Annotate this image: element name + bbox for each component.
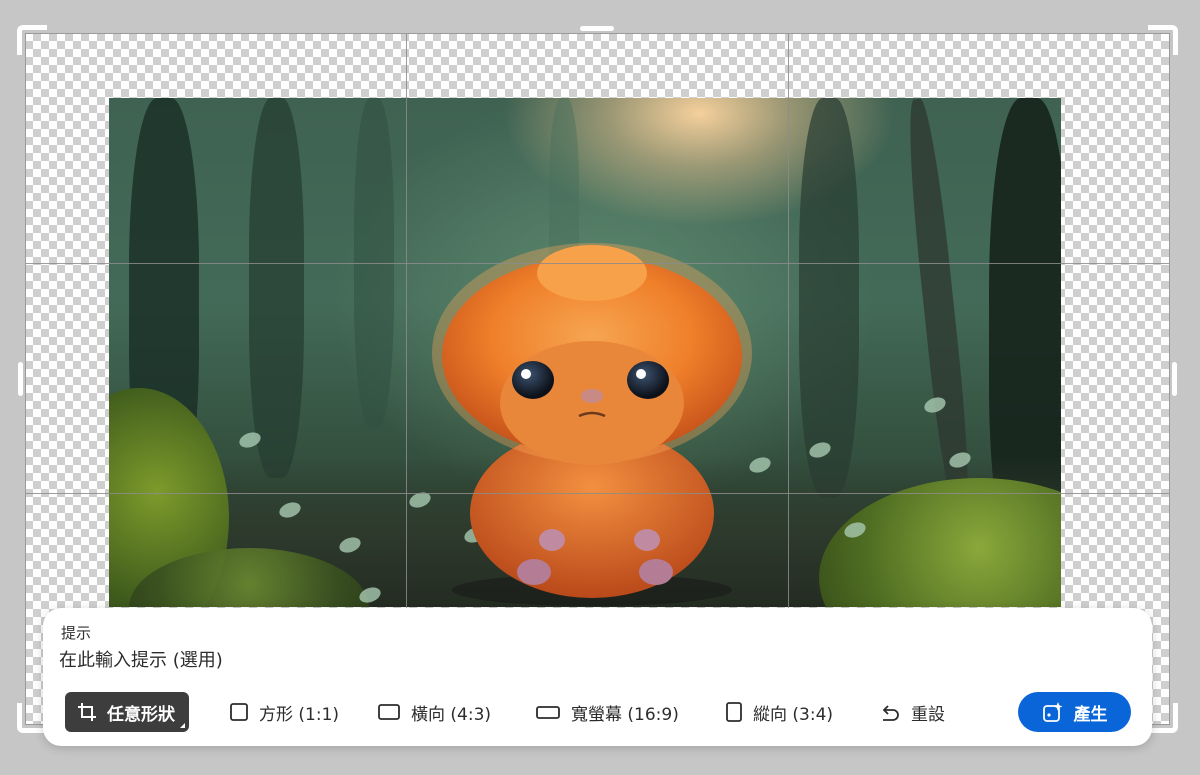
landscape-button[interactable]: 橫向 (4:3) [369, 692, 499, 732]
crop-handle-top-left[interactable] [17, 25, 47, 55]
prompt-panel: 提示 任意形狀 方形 (1:1) 橫向 (4:3) [43, 608, 1152, 746]
generate-label: 產生 [1073, 704, 1108, 725]
square-icon [230, 703, 248, 721]
landscape-label: 橫向 (4:3) [411, 704, 492, 725]
square-label: 方形 (1:1) [259, 704, 340, 725]
aspect-ratio-toolbar: 任意形狀 方形 (1:1) 橫向 (4:3) 寬螢幕 (16:9) 縱向 (3:… [65, 692, 1131, 732]
crop-handle-left[interactable] [18, 362, 23, 396]
widescreen-icon [536, 706, 560, 719]
crop-grid-line [25, 263, 1170, 264]
prompt-label: 提示 [61, 624, 92, 642]
sparkle-generate-icon [1042, 702, 1062, 722]
crop-handle-top-right[interactable] [1148, 25, 1178, 55]
crop-handle-right[interactable] [1172, 362, 1177, 396]
crop-handle-top[interactable] [580, 26, 614, 31]
freeform-label: 任意形狀 [107, 704, 175, 725]
crop-icon [78, 703, 96, 721]
freeform-button[interactable]: 任意形狀 [65, 692, 189, 732]
square-button[interactable]: 方形 (1:1) [221, 692, 347, 732]
orange-creature [432, 243, 752, 606]
undo-icon [882, 705, 899, 721]
generate-button[interactable]: 產生 [1018, 692, 1131, 732]
widescreen-button[interactable]: 寬螢幕 (16:9) [527, 692, 687, 732]
dropdown-corner-icon [180, 723, 185, 728]
portrait-icon [726, 702, 742, 722]
reset-label: 重設 [911, 704, 945, 725]
prompt-input[interactable] [59, 646, 1119, 674]
crop-grid-line [25, 493, 1170, 494]
landscape-icon [378, 704, 400, 720]
reset-button[interactable]: 重設 [871, 692, 953, 732]
widescreen-label: 寬螢幕 (16:9) [571, 704, 679, 725]
portrait-button[interactable]: 縱向 (3:4) [717, 692, 841, 732]
crop-handle-bottom-right[interactable] [1148, 703, 1178, 733]
generated-image [109, 98, 1061, 607]
portrait-label: 縱向 (3:4) [753, 704, 834, 725]
